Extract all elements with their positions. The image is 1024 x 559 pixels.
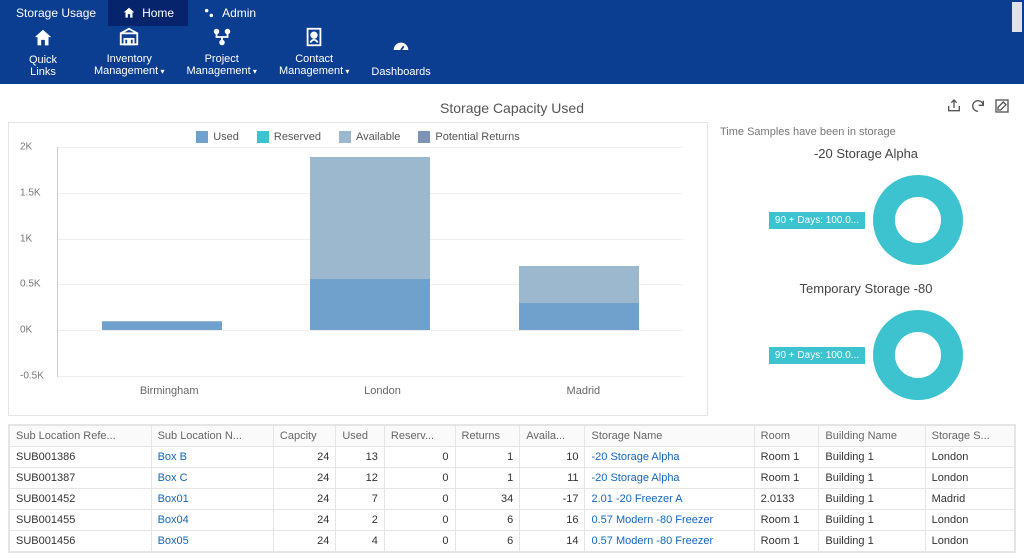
tab-home[interactable]: Home — [108, 0, 188, 26]
table-row[interactable]: SUB001456 Box05 24 4 0 6 14 0.57 Modern … — [10, 531, 1015, 552]
tab-admin[interactable]: Admin — [188, 0, 270, 26]
storage-link[interactable]: -20 Storage Alpha — [585, 447, 754, 468]
legend-item: Potential Returns — [418, 131, 519, 143]
legend-item: Reserved — [257, 131, 321, 143]
sublocation-link[interactable]: Box04 — [151, 510, 273, 531]
topbar: Storage Usage HomeAdmin — [0, 0, 1024, 26]
donut-chart[interactable] — [873, 175, 963, 265]
warehouse-icon — [118, 26, 140, 53]
column-header[interactable]: Storage Name — [585, 426, 754, 447]
bar-chart: -0.5K0K0.5K1K1.5K2K — [57, 147, 683, 377]
nodes-icon — [211, 26, 233, 53]
sublocation-link[interactable]: Box C — [151, 468, 273, 489]
donut-badge: 90 + Days: 100.0... — [769, 212, 865, 229]
storage-link[interactable]: -20 Storage Alpha — [585, 468, 754, 489]
sublocation-link[interactable]: Box B — [151, 447, 273, 468]
table-row[interactable]: SUB001387 Box C 24 12 0 1 11 -20 Storage… — [10, 468, 1015, 489]
page-title-row: Storage Capacity Used — [8, 100, 1016, 116]
scrollbar[interactable] — [1012, 2, 1022, 32]
gauge-icon — [390, 39, 412, 66]
nav-inventory-management[interactable]: InventoryManagement — [88, 24, 170, 80]
donut-chart[interactable] — [873, 310, 963, 400]
bar-group[interactable] — [102, 147, 222, 376]
column-header[interactable]: Building Name — [819, 426, 925, 447]
edit-icon[interactable] — [994, 98, 1010, 114]
donut-badge: 90 + Days: 100.0... — [769, 347, 865, 364]
storage-link[interactable]: 2.01 -20 Freezer A — [585, 489, 754, 510]
bar-group[interactable] — [519, 147, 639, 376]
donut-block: -20 Storage Alpha 90 + Days: 100.0... — [716, 146, 1016, 265]
bar-segment — [310, 279, 430, 330]
table-panel: Sub Location Refe...Sub Location N...Cap… — [8, 424, 1016, 553]
bar-segment — [519, 266, 639, 303]
nav-dashboards[interactable]: Dashboards — [365, 37, 436, 80]
table-row[interactable]: SUB001452 Box01 24 7 0 34 -17 2.01 -20 F… — [10, 489, 1015, 510]
sublocation-link[interactable]: Box05 — [151, 531, 273, 552]
page-title: Storage Capacity Used — [440, 100, 584, 116]
storage-link[interactable]: 0.57 Modern -80 Freezer — [585, 510, 754, 531]
column-header[interactable]: Sub Location N... — [151, 426, 273, 447]
column-header[interactable]: Capcity — [273, 426, 335, 447]
bar-segment — [310, 157, 430, 279]
donut-title: -20 Storage Alpha — [716, 146, 1016, 161]
column-header[interactable]: Availa... — [520, 426, 585, 447]
home-icon — [122, 6, 136, 20]
bar-segment — [102, 322, 222, 330]
x-label: Madrid — [567, 385, 601, 397]
bar-group[interactable] — [310, 147, 430, 376]
column-header[interactable]: Used — [336, 426, 385, 447]
gears-icon — [202, 6, 216, 20]
table-row[interactable]: SUB001386 Box B 24 13 0 1 10 -20 Storage… — [10, 447, 1015, 468]
side-panel: Time Samples have been in storage -20 St… — [716, 122, 1016, 416]
column-header[interactable]: Returns — [455, 426, 520, 447]
chart-panel: Used Reserved Available Potential Returns -… — [8, 122, 708, 416]
x-label: Birmingham — [140, 385, 199, 397]
table-row[interactable]: SUB001455 Box04 24 2 0 6 16 0.57 Modern … — [10, 510, 1015, 531]
chart-legend: Used Reserved Available Potential Returns — [17, 131, 699, 143]
navbar: QuickLinksInventoryManagementProjectMana… — [0, 26, 1024, 84]
legend-item: Used — [196, 131, 239, 143]
donut-title: Temporary Storage -80 — [716, 281, 1016, 296]
column-header[interactable]: Storage S... — [925, 426, 1014, 447]
storage-table: Sub Location Refe...Sub Location N...Cap… — [9, 425, 1015, 552]
app-name: Storage Usage — [8, 6, 104, 20]
legend-item: Available — [339, 131, 400, 143]
column-header[interactable]: Reserv... — [384, 426, 455, 447]
refresh-icon[interactable] — [970, 98, 986, 114]
side-title: Time Samples have been in storage — [720, 126, 1016, 138]
contact-icon — [303, 26, 325, 53]
share-icon[interactable] — [946, 98, 962, 114]
nav-contact-management[interactable]: ContactManagement — [273, 24, 355, 80]
nav-quick-links[interactable]: QuickLinks — [8, 25, 78, 80]
x-label: London — [364, 385, 401, 397]
chart-x-labels: Birmingham London Madrid — [57, 385, 683, 397]
bar-segment — [519, 303, 639, 330]
column-header[interactable]: Room — [754, 426, 819, 447]
nav-project-management[interactable]: ProjectManagement — [180, 24, 262, 80]
storage-link[interactable]: 0.57 Modern -80 Freezer — [585, 531, 754, 552]
bar-segment — [102, 321, 222, 322]
column-header[interactable]: Sub Location Refe... — [10, 426, 152, 447]
donut-block: Temporary Storage -80 90 + Days: 100.0..… — [716, 281, 1016, 400]
sublocation-link[interactable]: Box01 — [151, 489, 273, 510]
home-icon — [32, 27, 54, 54]
